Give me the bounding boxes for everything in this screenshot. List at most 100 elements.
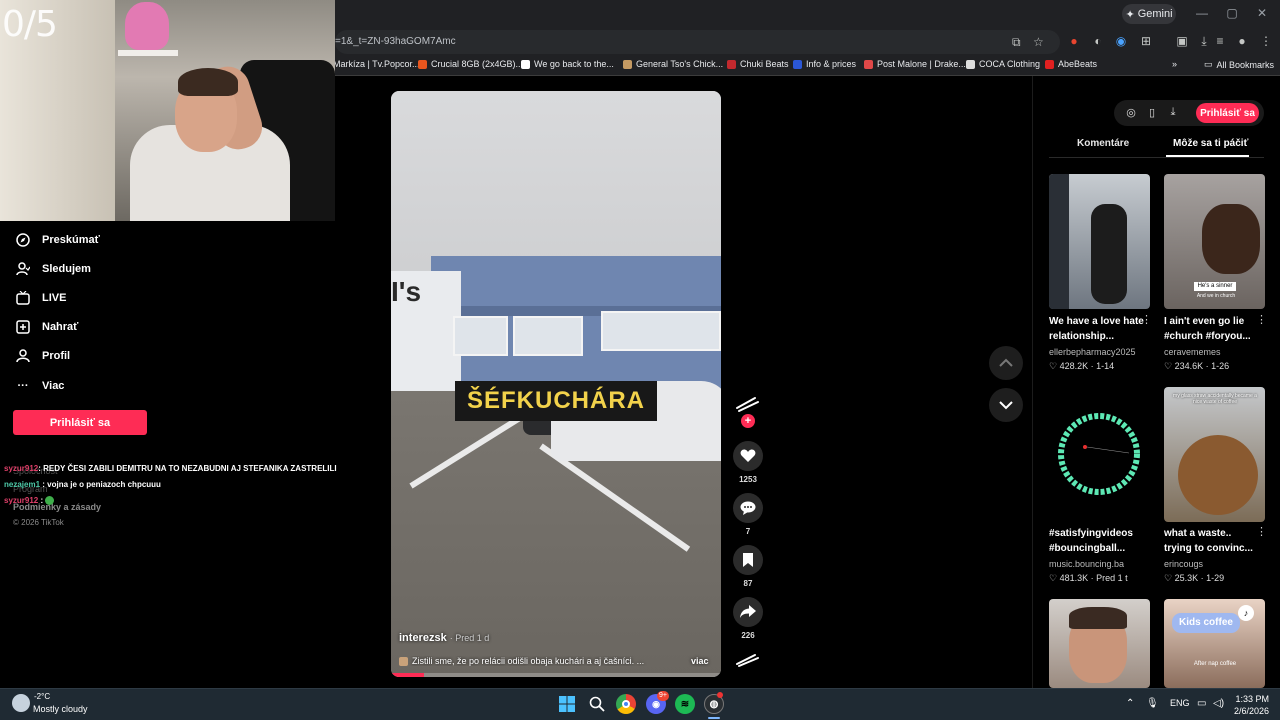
heart-icon[interactable] [733,441,763,471]
bookmark-item[interactable]: Info & prices [793,59,856,69]
sidebar-item-profile[interactable]: Profil [16,346,70,366]
download-icon[interactable]: ⤓ [1196,34,1212,49]
video-thumbnail[interactable]: my glass straw accidentally became a nic… [1164,387,1265,522]
follow-plus-button[interactable]: + [741,414,755,428]
extension-icon[interactable]: ◐ [1090,34,1106,48]
more-options-icon[interactable]: ⋮ [1256,313,1267,326]
video-thumbnail[interactable] [1049,599,1150,688]
bouncing-ball-ring [1058,413,1140,495]
recording-dot-icon [717,692,723,698]
sparkle-icon: ✦ [1125,8,1135,21]
bookmark-item[interactable]: AbeBeats [1045,59,1097,69]
bookmark-item[interactable]: Crucial 8GB (2x4GB)... [418,59,523,69]
maximize-button[interactable]: ▢ [1222,6,1242,20]
video-thumbnail[interactable] [1049,387,1150,522]
bookmark-star-icon[interactable]: ☆ [1033,35,1044,49]
address-bar[interactable]: =1&_t=ZN-93haGOM7Amc ⧉ ☆ [335,30,1060,54]
video-title[interactable]: what a waste.. trying to convinc... [1164,526,1260,556]
weather-description[interactable]: Mostly cloudy [33,704,88,714]
sidebar-item-more[interactable]: ··· Viac [16,376,65,396]
thumb-caption: He's a sinner [1194,282,1236,291]
download-icon[interactable]: ⤓ [1166,106,1180,119]
volume-icon[interactable]: ◁) [1213,698,1224,709]
profile-avatar-icon[interactable]: ● [1234,34,1250,48]
video-username[interactable]: erincougs [1164,559,1203,569]
comment-action[interactable]: 7 [733,493,763,536]
search-icon[interactable] [587,694,607,714]
minimize-button[interactable]: — [1192,6,1212,20]
video-title[interactable]: I ain't even go lie #church #foryou... [1164,314,1260,344]
video-author[interactable]: interezsk · Pred 1 d [399,632,489,644]
weather-temperature[interactable]: -2°C [34,692,50,701]
sidepanel-icon[interactable]: ▣ [1174,34,1190,48]
system-clock[interactable]: 1:33 PM 2/6/2026 [1234,693,1269,717]
extensions-puzzle-icon[interactable]: ⊞ [1138,34,1154,48]
heart-outline-icon: ♡ [1164,573,1173,583]
video-window [601,311,721,351]
bookmarks-overflow-button[interactable]: » [1172,59,1177,69]
compass-icon[interactable]: ◎ [1124,106,1138,119]
like-count: 1253 [739,475,757,484]
video-stats: ♡ 481.3K · Pred 1 t [1049,573,1128,583]
sidebar-item-explore[interactable]: Preskúmať [16,230,100,250]
language-indicator[interactable]: ENG [1170,698,1190,708]
share-action[interactable]: 226 [733,597,763,640]
bookmark-item[interactable]: Post Malone | Drake... [864,59,966,69]
video-player[interactable]: I's ŠÉFKUCHÁRA interezsk · Pred 1 d Zist… [391,91,721,677]
save-action[interactable]: 87 [733,545,763,588]
sidebar-item-upload[interactable]: Nahrať [16,317,78,337]
bookmark-item[interactable]: COCA Clothing [966,59,1040,69]
tray-overflow-icon[interactable]: ⌃ [1126,698,1134,709]
extension-blue-icon[interactable]: ◉ [1113,34,1129,48]
weather-icon[interactable] [12,694,30,712]
tab-you-may-like[interactable]: Môže sa ti páčiť [1173,138,1248,149]
chevron-down-icon [999,401,1013,410]
sidebar-login-button[interactable]: Prihlásiť sa [13,410,147,435]
author-name[interactable]: interezsk [399,632,447,644]
sidebar-item-following[interactable]: Sledujem [16,259,91,279]
video-title[interactable]: We have a love hate relationship... [1049,314,1145,344]
bookmark-favicon-icon [793,59,802,69]
close-window-button[interactable]: ✕ [1252,6,1272,20]
bookmark-item[interactable]: Markíza | Tv.Popcor... [333,59,420,69]
video-thumbnail[interactable] [1049,174,1150,309]
next-video-button[interactable] [989,388,1023,422]
share-arrow-icon[interactable] [733,597,763,627]
tab-comments[interactable]: Komentáre [1077,138,1129,149]
comment-count: 7 [745,527,751,536]
more-options-icon[interactable]: ⋮ [1256,525,1267,538]
video-username[interactable]: ellerbepharmacy2025 [1049,347,1136,357]
comment-icon[interactable] [733,493,763,523]
sidebar-item-live[interactable]: LIVE [16,288,66,308]
windows-start-icon[interactable] [557,694,577,714]
microphone-icon[interactable]: 🎙 [1146,698,1159,709]
bookmark-item[interactable]: General Tso's Chick... [623,59,723,69]
extension-red-icon[interactable]: ● [1066,34,1082,48]
bookmark-icon[interactable] [733,545,763,575]
bookmark-item[interactable]: Chuki Beats [727,59,789,69]
video-title[interactable]: #satisfyingvideos #bouncingball... [1049,526,1145,556]
chrome-icon[interactable] [616,694,636,714]
video-thumbnail[interactable]: Kids coffee ♪ After nap coffee [1164,599,1265,688]
video-username[interactable]: ceravememes [1164,347,1221,357]
previous-video-button[interactable] [989,346,1023,380]
gemini-button[interactable]: ✦ Gemini [1122,4,1176,24]
video-username[interactable]: music.bouncing.ba [1049,559,1124,569]
media-icon[interactable]: ≡ [1212,34,1228,48]
network-icon[interactable]: ▭ [1197,698,1206,709]
video-stats: ♡ 428.2K · 1-14 [1049,361,1115,371]
sound-disc-button[interactable] [733,652,763,673]
all-bookmarks-button[interactable]: ▭ All Bookmarks [1204,59,1274,70]
menu-kebab-icon[interactable]: ⋮ [1258,34,1274,48]
cast-icon[interactable]: ⧉ [1012,35,1021,50]
phone-icon[interactable]: ▯ [1145,106,1159,119]
more-options-icon[interactable]: ⋮ [1141,313,1152,326]
panel-login-button[interactable]: Prihlásiť sa [1196,103,1259,123]
spotify-icon[interactable]: ≋ [675,694,695,714]
bookmark-item[interactable]: We go back to the... [521,59,614,69]
video-progress-bar[interactable] [391,673,721,677]
video-stats: ♡ 25.3K · 1-29 [1164,573,1225,583]
video-thumbnail[interactable]: He's a sinner And we in church [1164,174,1265,309]
like-action[interactable]: 1253 [733,441,763,484]
more-description-button[interactable]: viac [691,656,709,666]
